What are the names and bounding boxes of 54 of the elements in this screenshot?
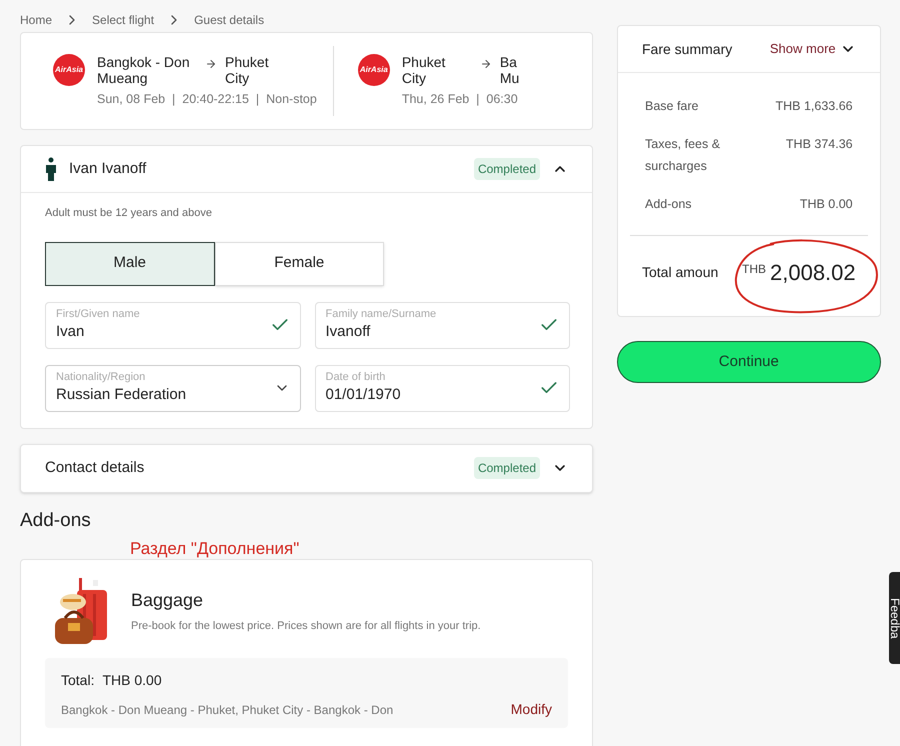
flight-schedule: Sun, 08 Feb | 20:40-22:15 | Non-stop	[97, 90, 317, 108]
text-field[interactable]: Family name/Surname Ivanoff	[314, 302, 570, 348]
total-currency: THB	[742, 261, 766, 278]
fare-value: THB 0.00	[800, 196, 853, 213]
flight-schedule: Thu, 26 Feb | 06:30	[402, 90, 519, 108]
baggage-title: Baggage	[131, 589, 204, 612]
route-text: Bangkok - Don Mueang - Phuket, Phuket City - Bangkok - Don	[61, 702, 394, 718]
origin-city: Phuket City	[402, 54, 446, 86]
breadcrumb-link[interactable]: Select flight	[92, 11, 154, 29]
fare-label: Taxes, fees & surcharges	[645, 136, 722, 175]
field-value: Ivan	[56, 322, 86, 342]
field-label: Nationality/Region	[56, 371, 146, 383]
fare-label: Base fare	[645, 98, 700, 115]
nationality-select[interactable]: Nationality/Region Russian Federation	[45, 364, 300, 412]
status-badge: Completed	[474, 457, 540, 479]
text-field[interactable]: Date of birth 01/01/1970	[314, 364, 570, 412]
continue-button[interactable]: Continue	[617, 341, 881, 383]
show-more-button[interactable]: Show more	[770, 39, 856, 59]
fare-value: THB 1,633.66	[776, 98, 853, 115]
fare-summary-title: Fare summary	[642, 40, 732, 59]
person-icon	[45, 157, 57, 181]
field-label: Family name/Surname	[326, 308, 438, 320]
passenger-name: Ivan Ivanoff	[69, 158, 146, 179]
fare-label: Add-ons	[645, 196, 693, 213]
annotation-text: Раздел "Дополнения"	[130, 539, 300, 559]
gender-option[interactable]: Female	[214, 242, 384, 286]
gender-option[interactable]: Male	[45, 242, 214, 286]
field-value: 01/01/1970	[326, 385, 402, 405]
origin-city: Bangkok - Don Mueang	[97, 54, 191, 86]
destination-city: Phuket City	[225, 54, 270, 86]
addons-heading: Add-ons	[20, 508, 92, 532]
field-value: Ivanoff	[326, 322, 372, 342]
feedback-tab[interactable]: Feedba	[889, 572, 900, 664]
breadcrumb-link[interactable]: Home	[20, 11, 52, 29]
baggage-description: Pre-book for the lowest price. Prices shown are for all flights in your trip.	[131, 619, 481, 634]
breadcrumb-link[interactable]: Guest details	[194, 11, 264, 29]
contact-title: Contact details	[45, 458, 144, 478]
total-amount-label: Total amoun	[642, 262, 720, 282]
status-badge: Completed	[474, 158, 540, 180]
arrow-right-icon	[480, 58, 492, 70]
total-label: Total:	[61, 671, 94, 690]
field-label: First/Given name	[56, 308, 141, 320]
modify-link[interactable]: Modify	[510, 699, 552, 720]
field-value: Russian Federation	[56, 385, 188, 405]
arrow-right-icon	[205, 58, 217, 70]
destination-city: Ba Mu	[500, 54, 520, 86]
airline-logo: AirAsia	[53, 54, 85, 86]
age-note: Adult must be 12 years and above	[45, 206, 213, 221]
field-label: Date of birth	[326, 371, 386, 383]
text-field[interactable]: First/Given name Ivan	[45, 302, 300, 348]
airline-logo: AirAsia	[358, 54, 390, 86]
total-value: THB 0.00	[102, 671, 162, 690]
fare-value: THB 374.36	[786, 136, 853, 153]
total-amount: 2,008.02	[770, 258, 856, 286]
